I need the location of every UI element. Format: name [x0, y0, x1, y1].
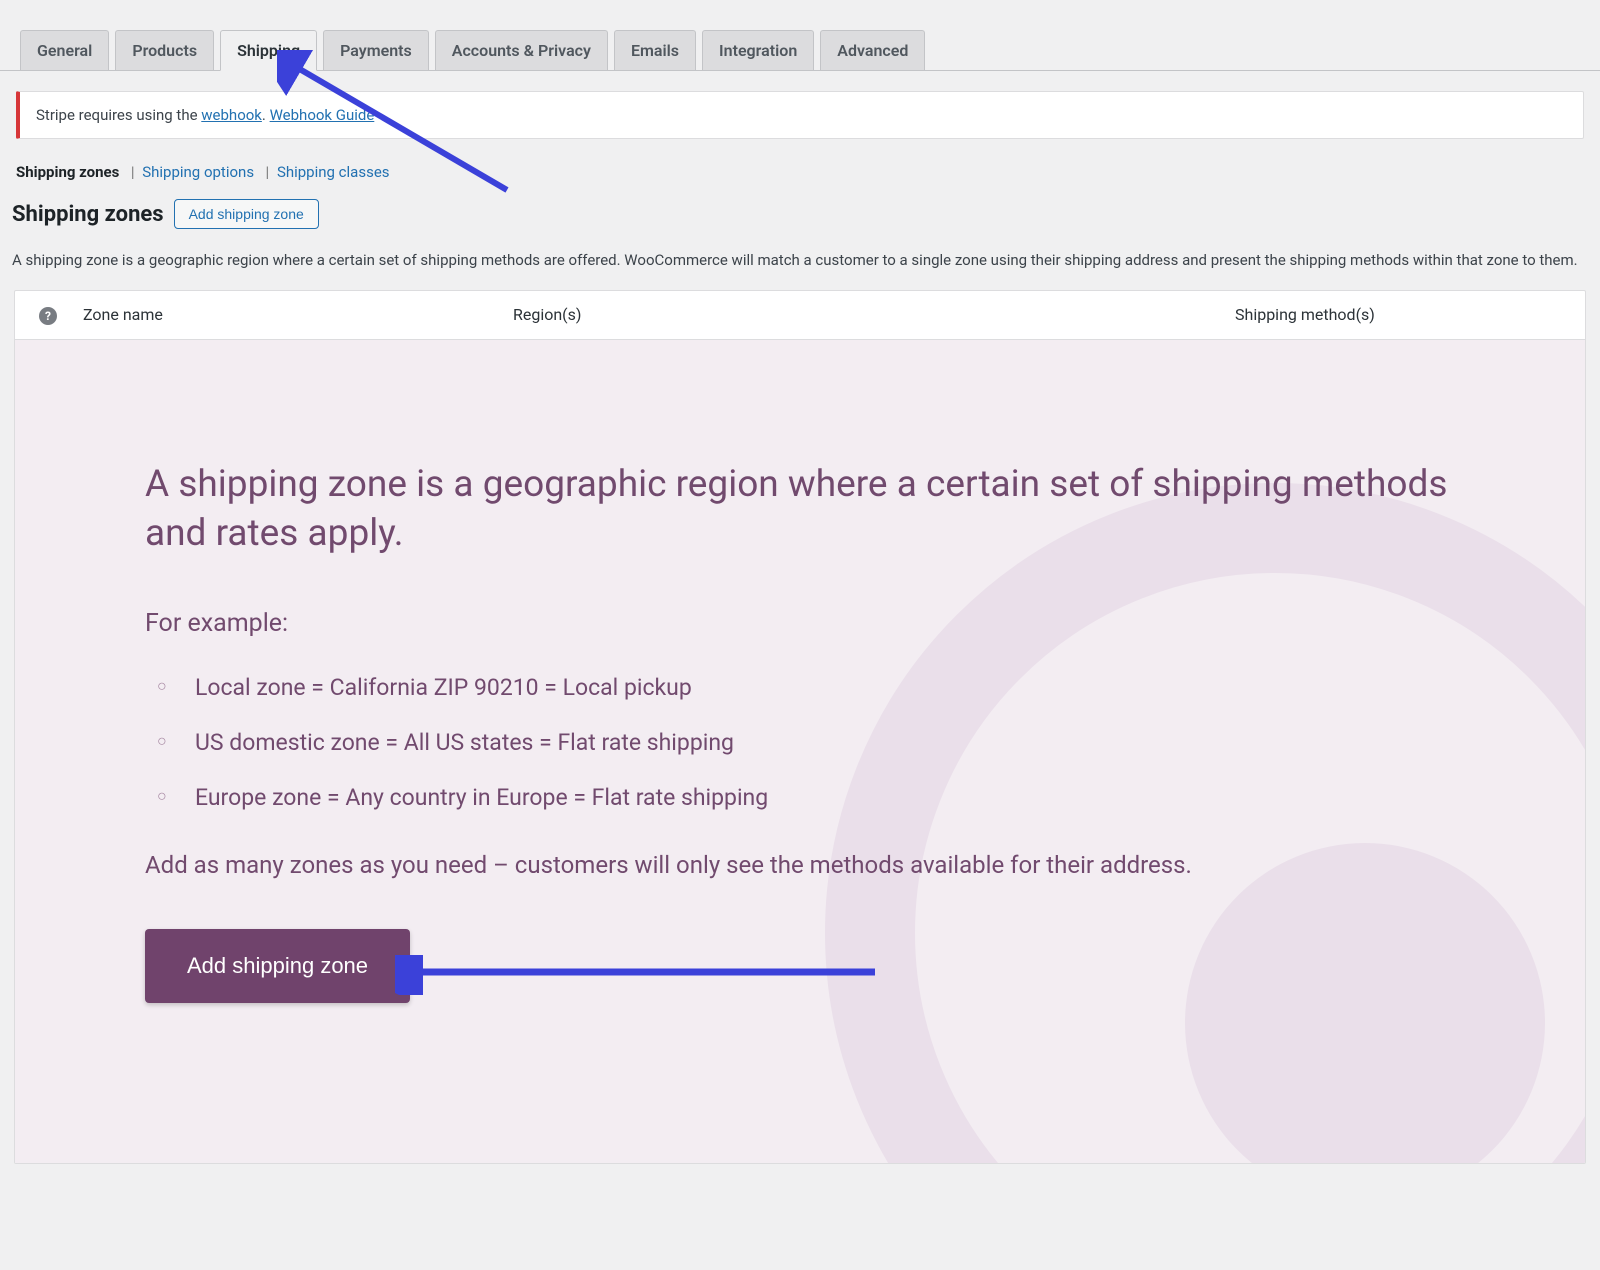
col-shipping-methods: Shipping method(s)	[1235, 305, 1575, 324]
empty-state-examples-list: Local zone = California ZIP 90210 = Loca…	[145, 674, 1455, 811]
subnav-separator: |	[123, 163, 138, 181]
subnav-shipping-options[interactable]: Shipping options	[142, 163, 254, 181]
tab-accounts-privacy[interactable]: Accounts & Privacy	[435, 30, 608, 70]
empty-state-note: Add as many zones as you need – customer…	[145, 851, 1455, 879]
col-zone-name: Zone name	[83, 305, 513, 324]
shipping-zones-table: ? Zone name Region(s) Shipping method(s)…	[14, 290, 1586, 1165]
shipping-zones-description: A shipping zone is a geographic region w…	[0, 241, 1600, 290]
subnav-shipping-classes[interactable]: Shipping classes	[277, 163, 390, 181]
webhook-link[interactable]: webhook	[201, 106, 262, 124]
add-shipping-zone-button[interactable]: Add shipping zone	[174, 199, 319, 229]
notice-text-period: .	[262, 106, 270, 124]
notice-text-prefix: Stripe requires using the	[36, 106, 201, 124]
empty-state-for-example: For example:	[145, 609, 1455, 638]
shipping-zones-empty-state: A shipping zone is a geographic region w…	[15, 340, 1585, 1164]
tab-products[interactable]: Products	[115, 30, 214, 70]
list-item: US domestic zone = All US states = Flat …	[145, 729, 1455, 756]
subnav-shipping-zones[interactable]: Shipping zones	[16, 163, 119, 181]
help-icon[interactable]: ?	[39, 307, 57, 325]
tab-integration[interactable]: Integration	[702, 30, 814, 70]
list-item: Local zone = California ZIP 90210 = Loca…	[145, 674, 1455, 701]
tab-advanced[interactable]: Advanced	[820, 30, 925, 70]
shipping-subnav: Shipping zones | Shipping options | Ship…	[0, 149, 1600, 181]
webhook-guide-link[interactable]: Webhook Guide	[270, 106, 375, 124]
page-title: Shipping zones	[12, 202, 164, 227]
empty-state-heading: A shipping zone is a geographic region w…	[145, 460, 1455, 560]
add-shipping-zone-cta[interactable]: Add shipping zone	[145, 929, 410, 1003]
list-item: Europe zone = Any country in Europe = Fl…	[145, 784, 1455, 811]
table-header-row: ? Zone name Region(s) Shipping method(s)	[15, 291, 1585, 340]
annotation-arrow-2	[395, 955, 885, 995]
col-regions: Region(s)	[513, 305, 1235, 324]
page-heading-row: Shipping zones Add shipping zone	[0, 181, 1600, 241]
tab-payments[interactable]: Payments	[323, 30, 429, 70]
tab-emails[interactable]: Emails	[614, 30, 696, 70]
tab-general[interactable]: General	[20, 30, 109, 70]
table-help-cell: ?	[25, 305, 83, 325]
settings-tabs: General Products Shipping Payments Accou…	[0, 0, 1600, 71]
subnav-separator: |	[258, 163, 273, 181]
stripe-webhook-notice: Stripe requires using the webhook. Webho…	[16, 91, 1584, 139]
tab-shipping[interactable]: Shipping	[220, 30, 317, 71]
